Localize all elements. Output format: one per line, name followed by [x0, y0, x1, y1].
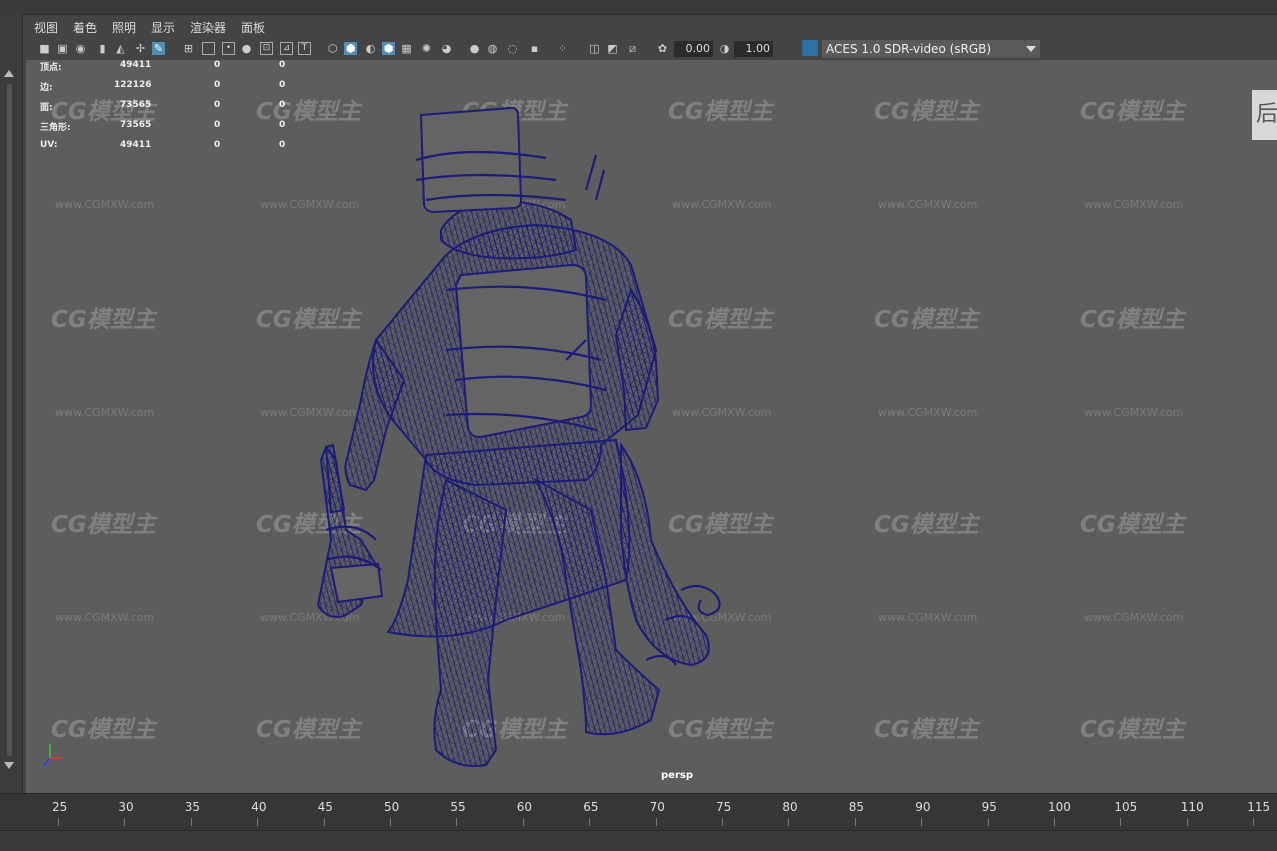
menu-panels[interactable]: 面板 — [241, 19, 265, 36]
frame-tick-mark — [58, 818, 59, 826]
scroll-up-arrow-icon[interactable] — [4, 70, 14, 77]
menu-lighting[interactable]: 照明 — [112, 19, 136, 36]
field-chart-icon[interactable]: ⊡ — [260, 42, 273, 55]
menu-show[interactable]: 显示 — [151, 19, 175, 36]
frame-tick-mark — [390, 818, 391, 826]
frame-tick-mark — [1120, 818, 1122, 826]
frame-tick-mark — [522, 818, 524, 826]
frame-tick-label: 70 — [649, 800, 665, 814]
frame-tick-label: 105 — [1114, 800, 1138, 814]
range-slider[interactable] — [0, 830, 1277, 851]
frame-tick-label: 40 — [251, 800, 267, 814]
camera-attributes-icon[interactable]: ▣ — [56, 42, 69, 55]
wireframe-character — [316, 106, 721, 767]
frame-tick-mark — [854, 818, 856, 826]
textured-icon[interactable]: ▦ — [400, 42, 413, 55]
time-slider[interactable]: 25 30 35 40 45 50 55 60 65 70 75 80 85 90 95 100 105 110 1… — [0, 793, 1277, 831]
backpack-box — [454, 263, 593, 439]
menu-renderer[interactable]: 渲染器 — [190, 19, 226, 36]
frame-tick-mark — [257, 818, 259, 826]
two-d-pan-icon[interactable]: ✢ — [134, 42, 147, 55]
frame-tick-mark — [722, 818, 723, 826]
frame-tick-mark — [323, 818, 325, 826]
chevron-down-icon — [1026, 46, 1036, 52]
frame-tick-label: 95 — [981, 800, 997, 814]
scroll-track[interactable] — [7, 84, 12, 756]
frame-tick-mark — [190, 818, 192, 826]
panel-toolbar: ■ ▣ ◉ ▮ ◭ ✢ ✎ ⊞ • ● ⊡ ⊿ T ⬡ ⬢ ◐ ⬢ ▦ ✺ ◕ … — [26, 38, 1277, 61]
gate-mask-icon[interactable]: ● — [240, 42, 253, 55]
frame-tick-label: 75 — [716, 800, 732, 814]
left-scrollbar[interactable] — [0, 14, 23, 794]
frame-tick-label: 25 — [52, 800, 68, 814]
panel-menubar: 视图 着色 照明 显示 渲染器 面板 — [26, 16, 1277, 38]
isolate-select-icon[interactable]: ▪ — [528, 42, 541, 55]
image-plane-icon[interactable]: ▮ — [96, 42, 109, 55]
frame-tick-label: 50 — [384, 800, 400, 814]
frame-tick-label: 85 — [848, 800, 865, 814]
wireframe-cube-icon[interactable]: ⬡ — [326, 42, 339, 55]
menu-view[interactable]: 视图 — [34, 19, 58, 36]
xray-icon[interactable]: ⁘ — [556, 42, 569, 55]
frame-tick-label: 55 — [450, 800, 466, 814]
color-management-icon[interactable] — [802, 40, 818, 56]
color-space-dropdown[interactable]: ACES 1.0 SDR-video (sRGB) — [822, 40, 1040, 58]
lights-icon[interactable]: ✺ — [420, 42, 433, 55]
backface-icon[interactable]: ⧄ — [626, 42, 639, 55]
frame-tick-mark — [1186, 818, 1188, 826]
safe-action-icon[interactable]: ⊿ — [280, 42, 293, 55]
exposure-field[interactable]: 0.00 — [674, 41, 713, 57]
resolution-gate-icon[interactable]: • — [222, 42, 235, 55]
frame-tick-mark — [788, 818, 790, 826]
motion-blur-icon[interactable]: ◍ — [486, 42, 499, 55]
frame-tick-label: 100 — [1048, 800, 1071, 814]
frame-tick-label: 45 — [317, 800, 333, 814]
default-material-icon[interactable]: ◐ — [364, 42, 377, 55]
camera-icon[interactable]: ■ — [38, 42, 51, 55]
color-space-label: ACES 1.0 SDR-video (sRGB) — [826, 42, 992, 56]
frame-tick-label: 115 — [1247, 800, 1271, 814]
wireframe-on-shaded-icon[interactable]: ⬢ — [382, 42, 395, 55]
frame-tick-mark — [124, 818, 126, 826]
frame-tick-label: 65 — [583, 800, 599, 814]
view-cube[interactable]: 后 — [1252, 90, 1277, 140]
gamma-icon[interactable]: ◑ — [718, 42, 731, 55]
exposure-icon[interactable]: ✿ — [656, 42, 669, 55]
frame-tick-mark — [589, 818, 591, 826]
bundle-box — [329, 562, 384, 604]
pencil-icon[interactable]: ✎ — [152, 42, 165, 55]
frame-tick-label: 110 — [1180, 800, 1204, 814]
bookmark-icon[interactable]: ◉ — [74, 42, 87, 55]
grid-icon[interactable]: ⊞ — [182, 42, 195, 55]
axis-indicator-icon — [43, 744, 62, 767]
frame-tick-label: 30 — [118, 800, 134, 814]
frame-tick-label: 60 — [516, 800, 533, 814]
frame-tick-label: 35 — [184, 800, 201, 814]
right-sack-mesh — [620, 441, 710, 667]
grease-pencil-icon[interactable]: ◭ — [114, 42, 127, 55]
frame-tick-label: 90 — [915, 800, 931, 814]
shadows-icon[interactable]: ◕ — [440, 42, 453, 55]
persp-viewport[interactable]: 顶点: 49411 0 0 边: 122126 0 0 面: 73565 0 0… — [26, 60, 1277, 793]
frame-tick-mark — [1253, 818, 1255, 826]
smooth-shade-icon[interactable]: ⬢ — [344, 42, 357, 55]
gamma-field[interactable]: 1.00 — [734, 41, 773, 57]
frame-tick-mark — [1054, 818, 1055, 826]
top-strip — [0, 0, 1277, 15]
frame-tick-mark — [655, 818, 657, 826]
xray-joints-icon[interactable]: ◫ — [588, 42, 601, 55]
safe-title-icon[interactable]: T — [298, 42, 311, 55]
anti-aliasing-icon[interactable]: ◌ — [506, 42, 519, 55]
frame-tick-mark — [987, 818, 989, 826]
frame-tick-mark — [921, 818, 923, 826]
frame-tick-label: 80 — [782, 800, 798, 814]
screen-space-ao-icon[interactable]: ● — [468, 42, 481, 55]
film-gate-icon[interactable] — [202, 42, 215, 55]
scroll-down-arrow-icon[interactable] — [4, 762, 14, 769]
camera-label: persp — [661, 770, 693, 781]
xray-active-icon[interactable]: ◩ — [606, 42, 619, 55]
menu-shading[interactable]: 着色 — [73, 19, 97, 36]
frame-tick-mark — [456, 818, 458, 826]
